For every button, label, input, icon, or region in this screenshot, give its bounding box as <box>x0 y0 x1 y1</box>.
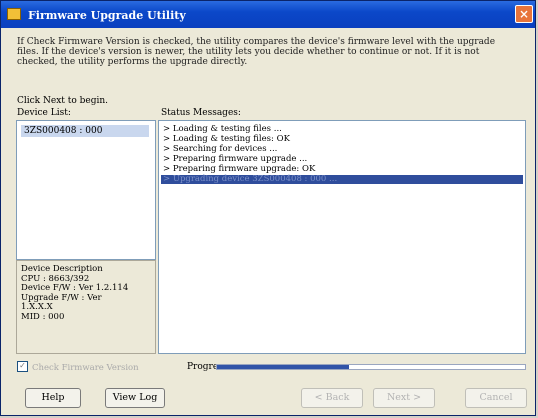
click-next-label: Click Next to begin. <box>17 96 109 106</box>
window-title: Firmware Upgrade Utility <box>28 9 186 22</box>
status-message-line: > Loading & testing files ... <box>163 124 282 134</box>
status-message-line: > Preparing firmware upgrade ... <box>163 154 308 164</box>
progress-bar-fill <box>217 365 350 369</box>
status-messages-list[interactable]: > Loading & testing files ... > Loading … <box>158 120 526 354</box>
help-button[interactable]: Help <box>25 388 81 408</box>
status-message-line: > Preparing firmware upgrade: OK <box>163 164 316 174</box>
device-list[interactable]: 3ZS000408 : 000 <box>16 120 156 260</box>
device-description-panel: Device Description CPU : 8663/392 Device… <box>16 260 156 354</box>
status-messages-label: Status Messages: <box>161 108 241 118</box>
view-log-button[interactable]: View Log <box>105 388 165 408</box>
check-firmware-row[interactable]: ✓ Check Firmware Version <box>17 361 139 373</box>
device-list-label: Device List: <box>17 108 71 118</box>
device-description-line: MID : 000 <box>21 311 65 322</box>
app-icon <box>7 8 21 20</box>
cancel-button[interactable]: Cancel <box>465 388 527 408</box>
status-message-line: > Loading & testing files: OK <box>163 134 290 144</box>
app-window: Firmware Upgrade Utility × If Check Firm… <box>0 0 536 416</box>
check-firmware-label: Check Firmware Version <box>32 363 139 373</box>
device-list-item[interactable]: 3ZS000408 : 000 <box>21 125 149 137</box>
back-button[interactable]: < Back <box>301 388 363 408</box>
status-message-line: > Searching for devices ... <box>163 144 278 154</box>
title-bar[interactable]: Firmware Upgrade Utility × <box>1 1 535 28</box>
status-message-line-selected: > Upgrading device 3ZS000408 : 000 ... <box>161 175 523 184</box>
progress-bar <box>216 364 526 370</box>
next-button[interactable]: Next > <box>373 388 435 408</box>
intro-text: If Check Firmware Version is checked, th… <box>17 37 496 67</box>
close-icon[interactable]: × <box>515 5 533 23</box>
check-firmware-checkbox[interactable]: ✓ <box>17 361 28 372</box>
